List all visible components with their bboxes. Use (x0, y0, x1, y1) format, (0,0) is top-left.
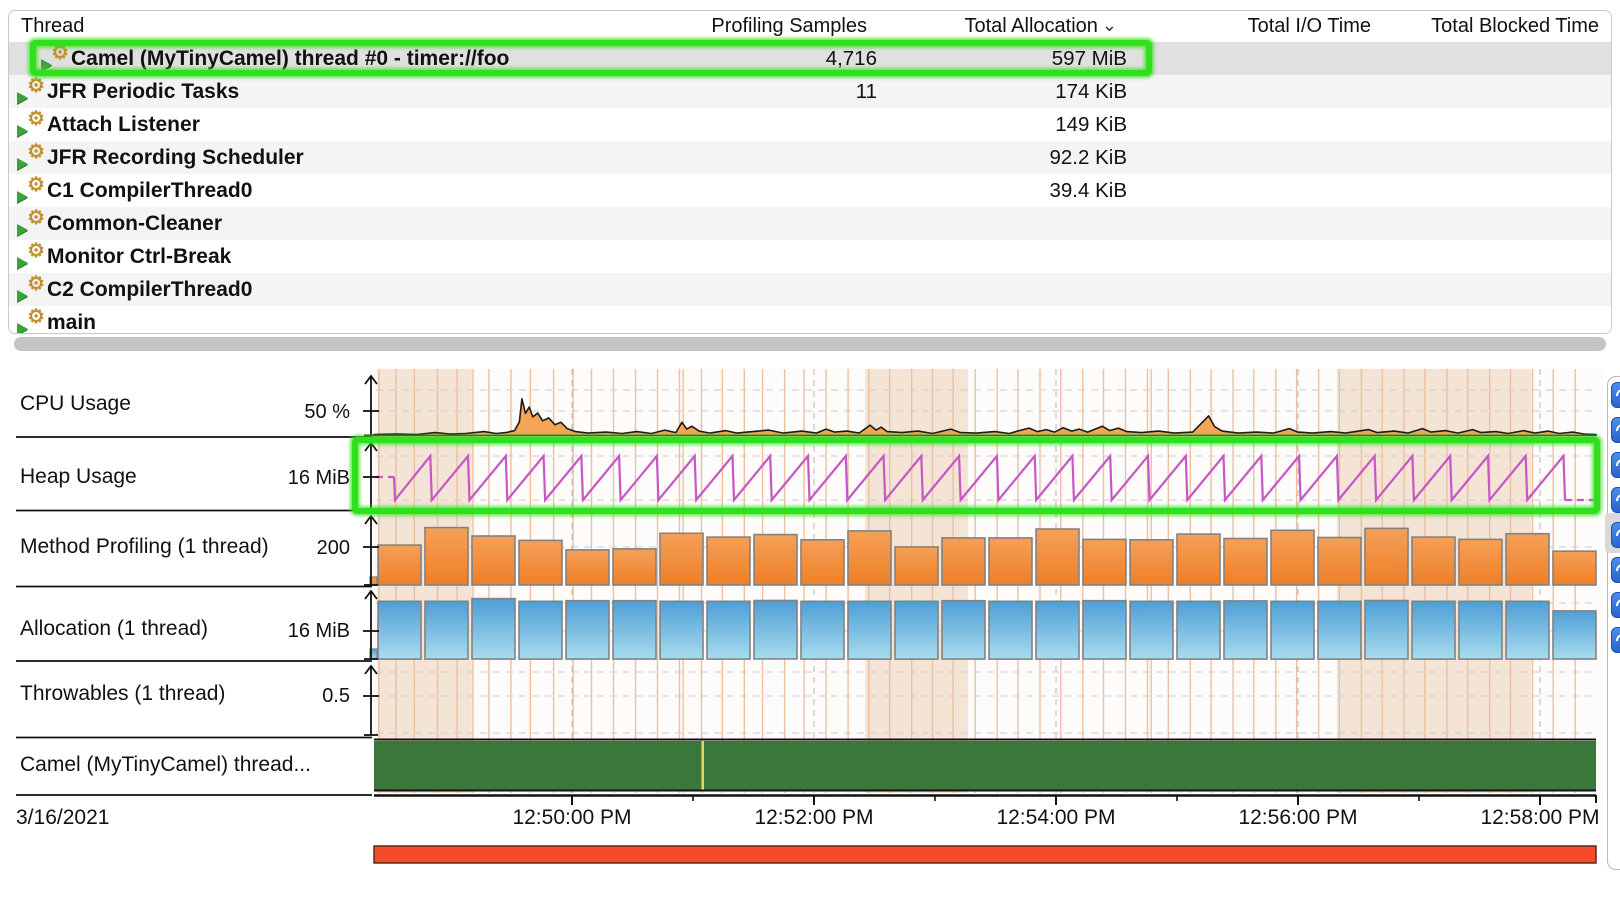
thread-gear-icon: ⚙ (27, 172, 45, 197)
lane-label-3: Method Profiling (1 thread) (20, 534, 269, 560)
lane-label-5: Throwables (1 thread) (20, 681, 225, 707)
thread-row-4[interactable]: ⚙JFR Recording Scheduler 92.2 KiB (9, 141, 1611, 174)
legend-flag-icon-8[interactable] (1611, 627, 1620, 653)
table-body: ⚙Camel (MyTinyCamel) thread #0 - timer:/… (9, 42, 1611, 333)
thread-gear-icon: ⚙ (27, 73, 45, 98)
legend-arc-glyph (1613, 526, 1620, 544)
table-header-row: Thread Profiling Samples Total Allocatio… (9, 11, 1611, 43)
thread-icon: ⚙ (17, 310, 45, 334)
time-tick-label: 12:52:00 PM (754, 803, 873, 833)
thread-name: Monitor Ctrl-Break (47, 240, 231, 273)
thread-row-6[interactable]: ⚙Common-Cleaner (9, 207, 1611, 240)
thread-row-9[interactable]: ⚙main (9, 306, 1611, 334)
thread-icon: ⚙ (17, 145, 45, 171)
thread-gear-icon: ⚙ (27, 106, 45, 131)
legend-arc-glyph (1613, 421, 1620, 439)
lane-label-4: Allocation (1 thread) (20, 616, 208, 642)
axis-tick-label-3: 200 (317, 536, 350, 560)
legend-flag-icon-1[interactable] (1611, 382, 1620, 408)
legend-arc-glyph (1613, 596, 1620, 614)
time-tick-label: 12:50:00 PM (512, 803, 631, 833)
thread-gear-icon: ⚙ (27, 205, 45, 230)
cell-allocation: 149 KiB (1055, 108, 1127, 141)
legend-flag-icon-2[interactable] (1611, 417, 1620, 443)
thread-gear-icon: ⚙ (27, 304, 45, 329)
sort-descending-icon[interactable]: ⌄ (1102, 11, 1117, 42)
thread-icon: ⚙ (17, 79, 45, 105)
lane-label-6: Camel (MyTinyCamel) thread... (20, 752, 311, 778)
thread-name: main (47, 306, 96, 334)
column-header-thread[interactable]: Thread (21, 11, 84, 42)
lane-label-2: Heap Usage (20, 464, 137, 490)
thread-name: C1 CompilerThread0 (47, 174, 252, 207)
thread-gear-icon: ⚙ (27, 271, 45, 296)
legend-flag-icon-5[interactable] (1611, 522, 1620, 548)
legend-arc-glyph (1613, 456, 1620, 474)
thread-name: C2 CompilerThread0 (47, 273, 252, 306)
thread-row-2[interactable]: ⚙JFR Periodic Tasks 11 174 KiB (9, 75, 1611, 108)
legend-arc-glyph (1613, 386, 1620, 404)
horizontal-scrollbar[interactable] (14, 337, 1606, 351)
thread-icon: ⚙ (17, 244, 45, 270)
axis-tick-label-1: 50 % (304, 400, 350, 424)
column-header-profiling-samples[interactable]: Profiling Samples (711, 11, 867, 42)
time-tick-label: 12:54:00 PM (996, 803, 1115, 833)
legend-arc-glyph (1613, 491, 1620, 509)
legend-arc-glyph (1613, 631, 1620, 649)
thread-icon: ⚙ (17, 277, 45, 303)
lane-label-1: CPU Usage (20, 391, 131, 417)
thread-gear-icon: ⚙ (27, 238, 45, 263)
legend-flag-icon-3[interactable] (1611, 452, 1620, 478)
thread-gear-icon: ⚙ (27, 139, 45, 164)
legend-arc-glyph (1613, 561, 1620, 579)
annotation-marker-selected-thread (30, 40, 1152, 76)
thread-row-3[interactable]: ⚙Attach Listener 149 KiB (9, 108, 1611, 141)
cell-allocation: 92.2 KiB (1050, 141, 1128, 174)
column-header-total-blocked-time[interactable]: Total Blocked Time (1431, 11, 1599, 42)
thread-row-8[interactable]: ⚙C2 CompilerThread0 (9, 273, 1611, 306)
legend-flag-icon-6[interactable] (1611, 557, 1620, 583)
legend-flag-icon-7[interactable] (1611, 592, 1620, 618)
thread-name: Common-Cleaner (47, 207, 222, 240)
time-tick-label: 12:56:00 PM (1238, 803, 1357, 833)
thread-name: JFR Recording Scheduler (47, 141, 304, 174)
time-axis-labels: 12:50:00 PM 12:52:00 PM 12:54:00 PM 12:56:0… (374, 803, 1604, 835)
thread-icon: ⚙ (17, 211, 45, 237)
column-header-total-io-time[interactable]: Total I/O Time (1248, 11, 1371, 42)
time-tick-label: 12:58:00 PM (1480, 803, 1599, 833)
axis-tick-label-5: 0.5 (322, 684, 350, 708)
legend-flag-icon-4[interactable] (1611, 487, 1620, 513)
annotation-marker-heap-lane (352, 437, 1600, 514)
chart-legend-panel (1607, 376, 1620, 870)
thread-name: Attach Listener (47, 108, 200, 141)
thread-name: JFR Periodic Tasks (47, 75, 239, 108)
date-label: 3/16/2021 (16, 806, 109, 830)
column-header-total-allocation[interactable]: Total Allocation⌄ (964, 11, 1117, 42)
cell-allocation: 174 KiB (1055, 75, 1127, 108)
axis-tick-label-2: 16 MiB (288, 466, 350, 490)
cell-allocation: 39.4 KiB (1050, 174, 1128, 207)
thread-icon: ⚙ (17, 178, 45, 204)
cell-samples: 11 (856, 75, 877, 108)
thread-icon: ⚙ (17, 112, 45, 138)
profiler-window: { "table": { "columns": [ {"label": "Thr… (0, 0, 1620, 904)
thread-row-7[interactable]: ⚙Monitor Ctrl-Break (9, 240, 1611, 273)
axis-tick-label-4: 16 MiB (288, 619, 350, 643)
thread-row-5[interactable]: ⚙C1 CompilerThread0 39.4 KiB (9, 174, 1611, 207)
